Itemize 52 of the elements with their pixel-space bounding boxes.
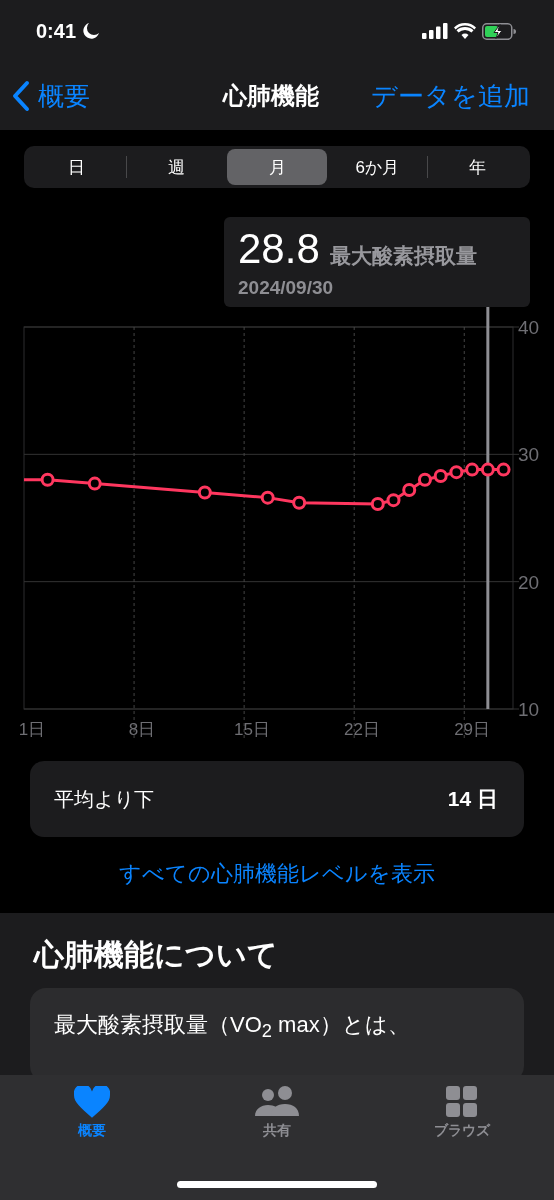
axis-label: 8日 (128, 720, 156, 739)
heart-icon (74, 1086, 111, 1118)
tab-bar-item[interactable]: 概要 (0, 1085, 185, 1141)
status-time: 0:41 (36, 19, 77, 43)
data-point (449, 465, 464, 480)
data-point (386, 493, 401, 508)
period-tab[interactable]: 6か月 (327, 149, 427, 185)
data-point (480, 462, 495, 477)
moon-icon (82, 22, 101, 40)
battery-icon (482, 22, 516, 40)
data-point (417, 472, 432, 487)
signal-icon (422, 23, 448, 39)
period-tab[interactable]: 週 (127, 149, 227, 185)
tooltip-date: 2024/09/30 (238, 277, 335, 299)
people-icon (253, 1086, 301, 1118)
axis-label: 40 (518, 317, 540, 338)
data-point (433, 469, 448, 483)
period-tab[interactable]: 年 (427, 149, 527, 185)
data-point (496, 462, 511, 477)
back-button[interactable]: 概要 (12, 78, 90, 114)
data-point (370, 497, 385, 511)
tooltip-value: 28.8 (238, 225, 320, 273)
info-text: 最大酸素摂取量（VO$_{2}$ max）とは、 (54, 1012, 410, 1037)
tooltip-unit: 最大酸素摂取量 (329, 243, 477, 269)
data-point (292, 495, 307, 510)
summary-value: 14 日 (447, 786, 498, 812)
data-point (40, 472, 55, 487)
data-point (87, 476, 102, 491)
back-label: 概要 (38, 79, 90, 113)
axis-label: 1日 (18, 720, 46, 739)
period-tab[interactable]: 日 (27, 149, 127, 185)
data-point (465, 462, 480, 477)
axis-label: 22日 (344, 720, 380, 739)
summary-label: 平均より下 (54, 786, 154, 812)
grid-icon (445, 1086, 478, 1118)
show-levels-link[interactable]: すべての心肺機能レベルを表示 (119, 859, 435, 889)
wifi-icon (454, 23, 476, 39)
axis-label: 30 (518, 444, 540, 466)
chevron-left-icon (12, 80, 30, 112)
data-point (402, 483, 417, 497)
axis-label: 15日 (234, 720, 270, 739)
axis-label: 29日 (454, 720, 491, 739)
tab-bar-item[interactable]: ブラウズ (369, 1085, 554, 1141)
period-tab[interactable]: 月 (227, 149, 327, 185)
page-title: 心肺機能 (223, 81, 319, 111)
axis-label: 20 (518, 571, 540, 593)
add-data-button[interactable]: データを追加 (371, 78, 530, 114)
tab-bar-item[interactable]: 共有 (184, 1085, 370, 1141)
data-point (260, 490, 275, 505)
axis-label: 10 (518, 699, 540, 720)
data-point (197, 485, 212, 500)
section-title: 心肺機能について (34, 937, 279, 973)
